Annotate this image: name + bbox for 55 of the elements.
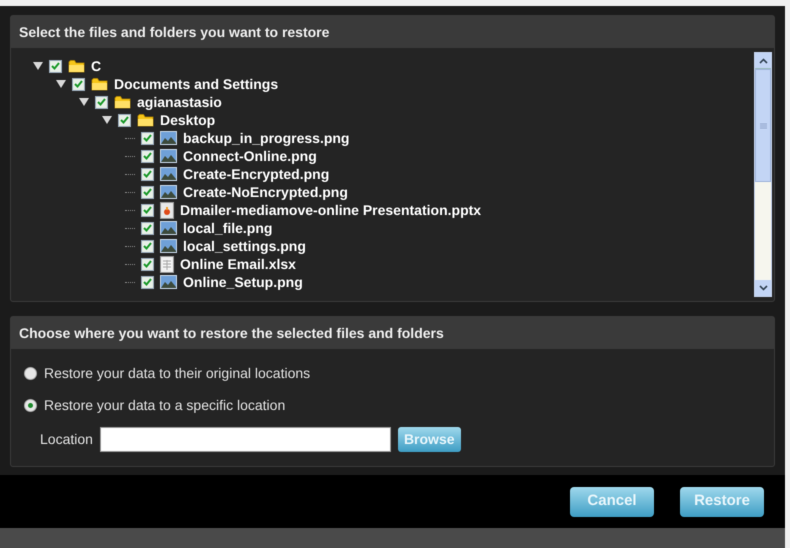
- radio-label: Restore your data to a specific location: [44, 396, 286, 415]
- checkbox[interactable]: [118, 114, 131, 126]
- checkbox[interactable]: [141, 204, 154, 216]
- checkbox[interactable]: [141, 222, 154, 234]
- image-file-icon: [160, 275, 177, 289]
- spreadsheet-file-icon: [160, 256, 174, 272]
- checkbox[interactable]: [141, 186, 154, 198]
- tree-item-label[interactable]: Online_Setup.png: [183, 273, 303, 291]
- image-file-icon: [160, 239, 177, 253]
- panel-title: Choose where you want to restore the selected files and folders: [11, 317, 774, 349]
- tree-item-label[interactable]: C: [91, 57, 102, 75]
- checkbox[interactable]: [141, 276, 154, 288]
- checkbox[interactable]: [141, 258, 154, 270]
- tree-item-label[interactable]: Dmailer-mediamove-online Presentation.pptx: [180, 201, 482, 219]
- location-label: Location: [40, 430, 93, 449]
- scrollbar[interactable]: [754, 52, 772, 297]
- tree-item-label[interactable]: Create-Encrypted.png: [183, 165, 330, 183]
- tree-item-label[interactable]: Desktop: [160, 111, 216, 129]
- location-field[interactable]: [100, 427, 391, 452]
- radio-button[interactable]: [24, 399, 37, 412]
- checkbox[interactable]: [72, 78, 85, 90]
- expanded-triangle-icon[interactable]: [79, 97, 89, 107]
- tree-item-label[interactable]: Connect-Online.png: [183, 147, 317, 165]
- folder-icon: [91, 77, 108, 91]
- folder-icon: [137, 113, 154, 127]
- presentation-file-icon: [160, 202, 174, 218]
- checkbox[interactable]: [95, 96, 108, 108]
- tree-item-label[interactable]: agianastasio: [137, 93, 222, 111]
- image-file-icon: [160, 167, 177, 181]
- checkbox[interactable]: [49, 60, 62, 72]
- expanded-triangle-icon[interactable]: [56, 79, 66, 89]
- tree-item-label[interactable]: local_settings.png: [183, 237, 306, 255]
- folder-icon: [114, 95, 131, 109]
- tree-item-label[interactable]: Create-NoEncrypted.png: [183, 183, 348, 201]
- image-file-icon: [160, 131, 177, 145]
- expanded-triangle-icon[interactable]: [102, 115, 112, 125]
- panel-title: Select the files and folders you want to restore: [11, 16, 774, 48]
- scrollbar-thumb[interactable]: [755, 69, 771, 182]
- image-file-icon: [160, 221, 177, 235]
- image-file-icon: [160, 185, 177, 199]
- checkbox[interactable]: [141, 240, 154, 252]
- tree-item-label[interactable]: Online Email.xlsx: [180, 255, 296, 273]
- folder-icon: [68, 59, 85, 73]
- scroll-up-icon[interactable]: [758, 58, 768, 64]
- tree-item-label[interactable]: local_file.png: [183, 219, 272, 237]
- checkbox[interactable]: [141, 150, 154, 162]
- image-file-icon: [160, 149, 177, 163]
- tree-item-label[interactable]: backup_in_progress.png: [183, 129, 350, 147]
- scroll-down-icon[interactable]: [758, 285, 768, 291]
- tree-item-label[interactable]: Documents and Settings: [114, 75, 278, 93]
- checkbox[interactable]: [141, 168, 154, 180]
- expanded-triangle-icon[interactable]: [33, 61, 43, 71]
- radio-label: Restore your data to their original locations: [44, 364, 310, 383]
- checkbox[interactable]: [141, 132, 154, 144]
- radio-button[interactable]: [24, 367, 37, 380]
